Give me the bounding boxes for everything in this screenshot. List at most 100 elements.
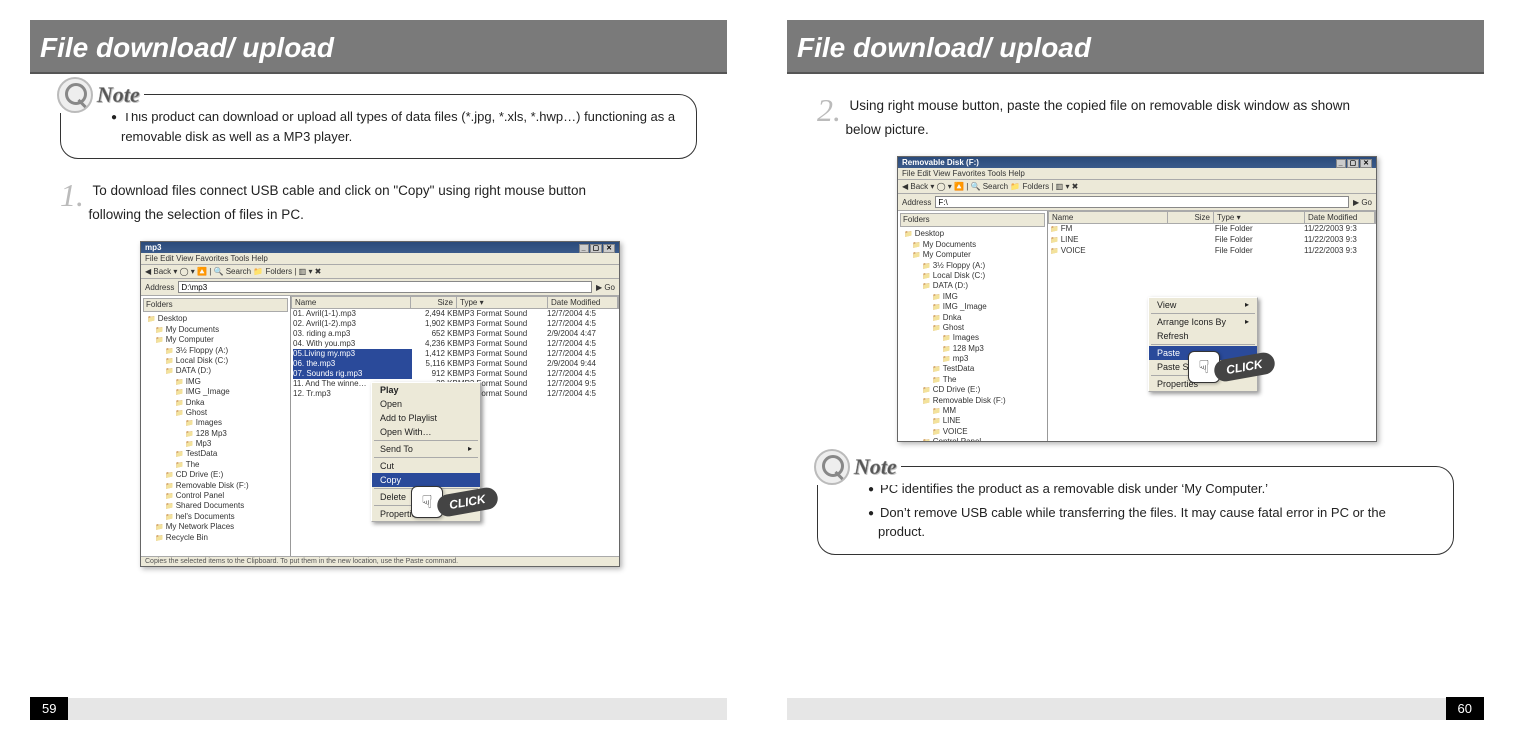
ctx-view[interactable]: View (1149, 298, 1257, 312)
tree-item[interactable]: Local Disk (C:) (143, 356, 288, 366)
ctx-cut[interactable]: Cut (372, 459, 480, 473)
tree-item[interactable]: VOICE (900, 427, 1045, 437)
window-buttons-2[interactable]: _▢✕ (1335, 158, 1372, 167)
tree-item[interactable]: IMG (900, 292, 1045, 302)
go-button[interactable]: ▶ Go (596, 283, 615, 292)
ctx-addplaylist[interactable]: Add to Playlist (372, 411, 480, 425)
file-row[interactable]: 02. Avril(1-2).mp31,902 KBMP3 Format Sou… (291, 319, 619, 329)
col-name[interactable]: Name (292, 297, 411, 308)
tree-item[interactable]: My Computer (900, 250, 1045, 260)
ctx-open[interactable]: Open (372, 397, 480, 411)
window-buttons[interactable]: _▢✕ (578, 243, 615, 252)
address-input-2[interactable] (935, 196, 1349, 208)
tree-item[interactable]: CD Drive (E:) (900, 385, 1045, 395)
note-label: Note (53, 77, 144, 113)
tree-item[interactable]: TestData (143, 449, 288, 459)
tree-item[interactable]: mp3 (900, 354, 1045, 364)
ctx-sendto[interactable]: Send To (372, 442, 480, 456)
tree-item[interactable]: Images (900, 333, 1045, 343)
tree-item[interactable]: Removable Disk (F:) (900, 396, 1045, 406)
folder-tree-2[interactable]: Folders DesktopMy DocumentsMy Computer3½… (898, 211, 1048, 441)
file-row[interactable]: 04. With you.mp34,236 KBMP3 Format Sound… (291, 339, 619, 349)
tree-item[interactable]: The (143, 460, 288, 470)
file-list-2[interactable]: Name Size Type ▾ Date Modified FMFile Fo… (1048, 211, 1376, 441)
tree-item[interactable]: 128 Mp3 (900, 344, 1045, 354)
magnifier-icon (57, 77, 93, 113)
tree-item[interactable]: My Documents (143, 325, 288, 335)
click-badge-1: ☟ CLICK (411, 486, 498, 518)
tree-item[interactable]: DATA (D:) (143, 366, 288, 376)
folder-tree[interactable]: Folders DesktopMy DocumentsMy Computer3½… (141, 296, 291, 556)
col-type[interactable]: Type ▾ (457, 297, 548, 308)
tree-item[interactable]: TestData (900, 364, 1045, 374)
tree-item[interactable]: Ghost (143, 408, 288, 418)
file-row[interactable]: 05.Living my.mp31,412 KBMP3 Format Sound… (291, 349, 619, 359)
toolbar-2[interactable]: ◀ Back ▾ ◯ ▾ 🔼 | 🔍 Search 📁 Folders | ▥ … (898, 180, 1376, 194)
folder-row[interactable]: LINEFile Folder11/22/2003 9:3 (1048, 235, 1376, 246)
tree-item[interactable]: Dnka (143, 398, 288, 408)
tree-item[interactable]: IMG _Image (143, 387, 288, 397)
tree-item[interactable]: 3½ Floppy (A:) (143, 346, 288, 356)
screenshot-copy: mp3 _▢✕ File Edit View Favorites Tools H… (140, 241, 620, 567)
file-row[interactable]: 03. riding a.mp3652 KBMP3 Format Sound2/… (291, 329, 619, 339)
tree-item[interactable]: Dnka (900, 313, 1045, 323)
tree-item[interactable]: Recycle Bin (143, 533, 288, 543)
ctx-copy[interactable]: Copy (372, 473, 480, 487)
tree-item[interactable]: LINE (900, 416, 1045, 426)
col-date[interactable]: Date Modified (548, 297, 618, 308)
step-2-text: Using right mouse button, paste the copi… (845, 98, 1350, 137)
tree-item[interactable]: DATA (D:) (900, 281, 1045, 291)
file-row[interactable]: 06. the.mp35,116 KBMP3 Format Sound2/9/2… (291, 359, 619, 369)
tree-item[interactable]: My Computer (143, 335, 288, 345)
tree-item[interactable]: CD Drive (E:) (143, 470, 288, 480)
tree-item[interactable]: Control Panel (900, 437, 1045, 441)
tree-item[interactable]: 128 Mp3 (143, 429, 288, 439)
note-heading: Note (97, 82, 140, 108)
col-name-2[interactable]: Name (1049, 212, 1168, 223)
tree-item[interactable]: IMG _Image (900, 302, 1045, 312)
ctx-openwith[interactable]: Open With… (372, 425, 480, 439)
col-size[interactable]: Size (411, 297, 457, 308)
tree-item[interactable]: hel's Documents (143, 512, 288, 522)
note-1-text: This product can download or upload all … (111, 107, 678, 146)
tree-item[interactable]: The (900, 375, 1045, 385)
step-1-number: 1. (60, 179, 84, 211)
ctx-refresh[interactable]: Refresh (1149, 329, 1257, 343)
file-list[interactable]: Name Size Type ▾ Date Modified 01. Avril… (291, 296, 619, 556)
step-1: 1. To download files connect USB cable a… (60, 179, 697, 227)
folder-row[interactable]: VOICEFile Folder11/22/2003 9:3 (1048, 246, 1376, 257)
tree-item[interactable]: Removable Disk (F:) (143, 481, 288, 491)
list-header-2[interactable]: Name Size Type ▾ Date Modified (1048, 211, 1376, 224)
menubar-2[interactable]: File Edit View Favorites Tools Help (898, 168, 1376, 180)
ctx-arrange[interactable]: Arrange Icons By (1149, 315, 1257, 329)
col-type-2[interactable]: Type ▾ (1214, 212, 1305, 223)
file-row[interactable]: 07. Sounds rig.mp3912 KBMP3 Format Sound… (291, 369, 619, 379)
file-row[interactable]: 01. Avril(1-1).mp32,494 KBMP3 Format Sou… (291, 309, 619, 319)
tree-item[interactable]: Mp3 (143, 439, 288, 449)
go-button-2[interactable]: ▶ Go (1353, 198, 1372, 207)
tree-item[interactable]: Ghost (900, 323, 1045, 333)
tree-item[interactable]: Images (143, 418, 288, 428)
folder-row[interactable]: FMFile Folder11/22/2003 9:3 (1048, 224, 1376, 235)
note-heading-2: Note (854, 454, 897, 480)
tree-item[interactable]: MM (900, 406, 1045, 416)
click-label: CLICK (436, 486, 500, 518)
list-header[interactable]: Name Size Type ▾ Date Modified (291, 296, 619, 309)
tree-item[interactable]: IMG (143, 377, 288, 387)
tree-item[interactable]: 3½ Floppy (A:) (900, 261, 1045, 271)
tree-item[interactable]: Desktop (143, 314, 288, 324)
ctx-play[interactable]: Play (372, 383, 480, 397)
toolbar[interactable]: ◀ Back ▾ ◯ ▾ 🔼 | 🔍 Search 📁 Folders | ▥ … (141, 265, 619, 279)
tree-item[interactable]: Desktop (900, 229, 1045, 239)
note-2a-text: PC identifies the product as a removable… (868, 479, 1435, 499)
col-size-2[interactable]: Size (1168, 212, 1214, 223)
tree-item[interactable]: My Network Places (143, 522, 288, 532)
tree-item[interactable]: Control Panel (143, 491, 288, 501)
tree-item[interactable]: Local Disk (C:) (900, 271, 1045, 281)
click-label-2: CLICK (1213, 351, 1277, 383)
address-input[interactable] (178, 281, 592, 293)
tree-item[interactable]: My Documents (900, 240, 1045, 250)
menubar[interactable]: File Edit View Favorites Tools Help (141, 253, 619, 265)
col-date-2[interactable]: Date Modified (1305, 212, 1375, 223)
tree-item[interactable]: Shared Documents (143, 501, 288, 511)
